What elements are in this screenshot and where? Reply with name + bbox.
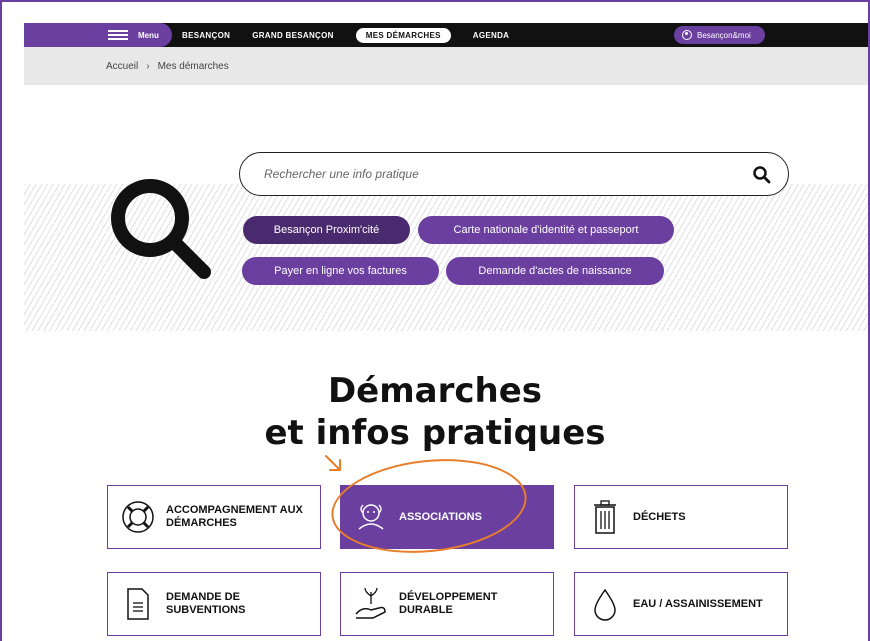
card-label: DEMANDE DE SUBVENTIONS [166, 591, 246, 616]
hand-plant-icon [355, 587, 386, 619]
page-heading: Démarches et infos pratiques [0, 370, 870, 454]
user-icon [682, 30, 692, 40]
nav-link-agenda[interactable]: AGENDA [473, 31, 509, 40]
document-icon [127, 588, 149, 620]
search-bar [239, 152, 789, 196]
heading-line-1: Démarches [327, 371, 543, 411]
nav-link-besancon[interactable]: BESANÇON [182, 31, 230, 40]
magnifier-illustration-icon [111, 179, 211, 279]
card-dechets[interactable]: DÉCHETS [574, 485, 788, 549]
main-nav: BESANÇON GRAND BESANÇON MES DÉMARCHES AG… [182, 27, 531, 43]
breadcrumb-separator: › [146, 60, 150, 72]
menu-button[interactable]: Menu [24, 23, 172, 47]
top-nav-bar: Menu BESANÇON GRAND BESANÇON MES DÉMARCH… [24, 23, 870, 47]
trash-icon [594, 500, 616, 534]
account-button[interactable]: Besançon&moi [674, 26, 765, 44]
search-icon[interactable] [752, 165, 772, 185]
people-icon [358, 504, 384, 530]
card-associations[interactable]: ASSOCIATIONS [340, 485, 554, 549]
card-label: DÉCHETS [633, 510, 686, 523]
card-subventions[interactable]: DEMANDE DE SUBVENTIONS [107, 572, 321, 636]
heading-line-2: et infos pratiques [264, 413, 606, 453]
account-label: Besançon&moi [697, 30, 751, 40]
search-input[interactable] [264, 167, 724, 181]
card-label: ACCOMPAGNEMENT AUX DÉMARCHES [166, 504, 303, 529]
card-label: DÉVELOPPEMENT DURABLE [399, 591, 498, 616]
menu-label: Menu [138, 30, 159, 40]
breadcrumb-home[interactable]: Accueil [106, 61, 138, 72]
lifebuoy-icon [122, 501, 154, 533]
card-accompagnement[interactable]: ACCOMPAGNEMENT AUX DÉMARCHES [107, 485, 321, 549]
card-eau-assainissement[interactable]: EAU / ASSAINISSEMENT [574, 572, 788, 636]
quick-link-payer-factures[interactable]: Payer en ligne vos factures [242, 257, 439, 285]
quick-link-actes-naissance[interactable]: Demande d'actes de naissance [446, 257, 664, 285]
hamburger-icon [108, 30, 128, 40]
quick-link-carte-identite[interactable]: Carte nationale d'identité et passeport [418, 216, 674, 244]
card-label: ASSOCIATIONS [399, 510, 482, 523]
card-label: EAU / ASSAINISSEMENT [633, 597, 763, 610]
water-drop-icon [594, 588, 616, 621]
nav-link-mes-demarches[interactable]: MES DÉMARCHES [355, 27, 451, 43]
breadcrumb-current: Mes démarches [157, 60, 229, 72]
nav-link-grand-besancon[interactable]: GRAND BESANÇON [252, 31, 334, 40]
breadcrumb: Accueil › Mes démarches [24, 47, 870, 85]
arrow-annotation-icon [325, 455, 341, 471]
quick-link-proximcite[interactable]: Besançon Proxim'cité [243, 216, 410, 244]
card-developpement-durable[interactable]: DÉVELOPPEMENT DURABLE [340, 572, 554, 636]
